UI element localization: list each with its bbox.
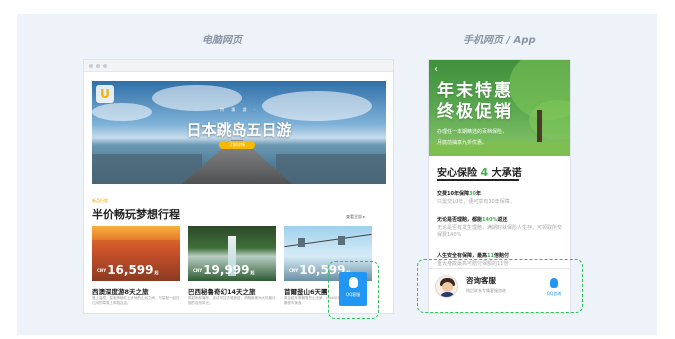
bridge-rail xyxy=(276,154,386,184)
hero-details-button[interactable]: 了解详情 xyxy=(219,141,255,149)
promo-subtitle-line-2: 月底前抽享九折优惠。 xyxy=(437,140,488,146)
card-description: 穿越雨林瀑布，走访印加古城遗迹，领略南美洲大陆最壮丽的自然风光。 xyxy=(188,296,276,305)
window-dot xyxy=(103,64,107,68)
cable-car xyxy=(298,238,305,247)
promo-subtitle-line-1: 办理任一本期精选的百档保险， xyxy=(437,129,508,135)
promise-item-title: 无论是否理赔，都能140%返还 xyxy=(437,217,508,223)
back-chevron-icon[interactable]: ‹ xyxy=(434,64,438,75)
card-title[interactable]: 首爾釜山6天團 xyxy=(284,286,328,296)
tree-canopy xyxy=(529,100,570,140)
tour-card-image[interactable]: CNY16,599起 xyxy=(92,226,180,281)
view-all-link[interactable]: 查看全部 ▸ xyxy=(346,214,365,220)
card-title[interactable]: 巴西秘鲁奇幻14天之旅 xyxy=(188,286,256,296)
hero-banner: U 特 惠 游 · 日本跳岛五日游 了解详情 xyxy=(92,81,386,184)
window-dot xyxy=(89,64,93,68)
mobile-label: 手机网页 / App xyxy=(463,35,536,46)
highlight-ring xyxy=(328,261,379,319)
section-tag: 新品行程 xyxy=(92,198,108,203)
browser-chrome xyxy=(84,60,393,72)
card-price: CNY16,599起 xyxy=(97,263,159,277)
canvas: 电脑网页 手机网页 / App U 特 惠 游 · 日本跳岛五日游 了解详情 新… xyxy=(17,14,657,335)
sky xyxy=(92,226,180,240)
cloud xyxy=(262,91,372,121)
promise-item-title: 交费10年保障30年 xyxy=(437,191,481,197)
promise-item-desc: 只需交10年，便可享有30年保障。 xyxy=(437,199,515,205)
desktop-label: 电脑网页 xyxy=(202,35,242,46)
cable-car xyxy=(338,236,345,245)
card-description: 登上高原，探索神秘红土大地的山谷之间，与袋鼠一起在辽阔的草原上奔跑自由。 xyxy=(92,296,180,305)
tour-card-image[interactable]: CNY19,999起 xyxy=(188,226,276,281)
heading-underline xyxy=(437,179,519,181)
highlight-ring xyxy=(417,259,583,313)
card-title[interactable]: 西澳深度游8天之旅 xyxy=(92,286,149,296)
bridge-rail xyxy=(92,154,202,184)
brand-logo[interactable]: U xyxy=(96,85,114,103)
promise-item-title: 人生安全有保障，最高11倍赔付 xyxy=(437,253,509,259)
section-title: 半价畅玩梦想行程 xyxy=(92,208,180,221)
promise-heading: 安心保险 4 大承诺 xyxy=(437,166,522,179)
promise-item-desc: 无论是否有发生理赔，满期时就保险人生存，可领取所交保费140% xyxy=(437,225,563,238)
mobile-hero-banner: ‹ 年末特惠 终极促销 办理任一本期精选的百档保险， 月底前抽享九折优惠。 xyxy=(429,60,570,156)
card-price: CNY19,999起 xyxy=(193,263,255,277)
promo-title-line-2: 终极促销 xyxy=(437,102,513,122)
hero-title: 日本跳岛五日游 xyxy=(186,121,292,139)
window-dot xyxy=(96,64,100,68)
hero-subtitle: 特 惠 游 · xyxy=(219,107,259,112)
